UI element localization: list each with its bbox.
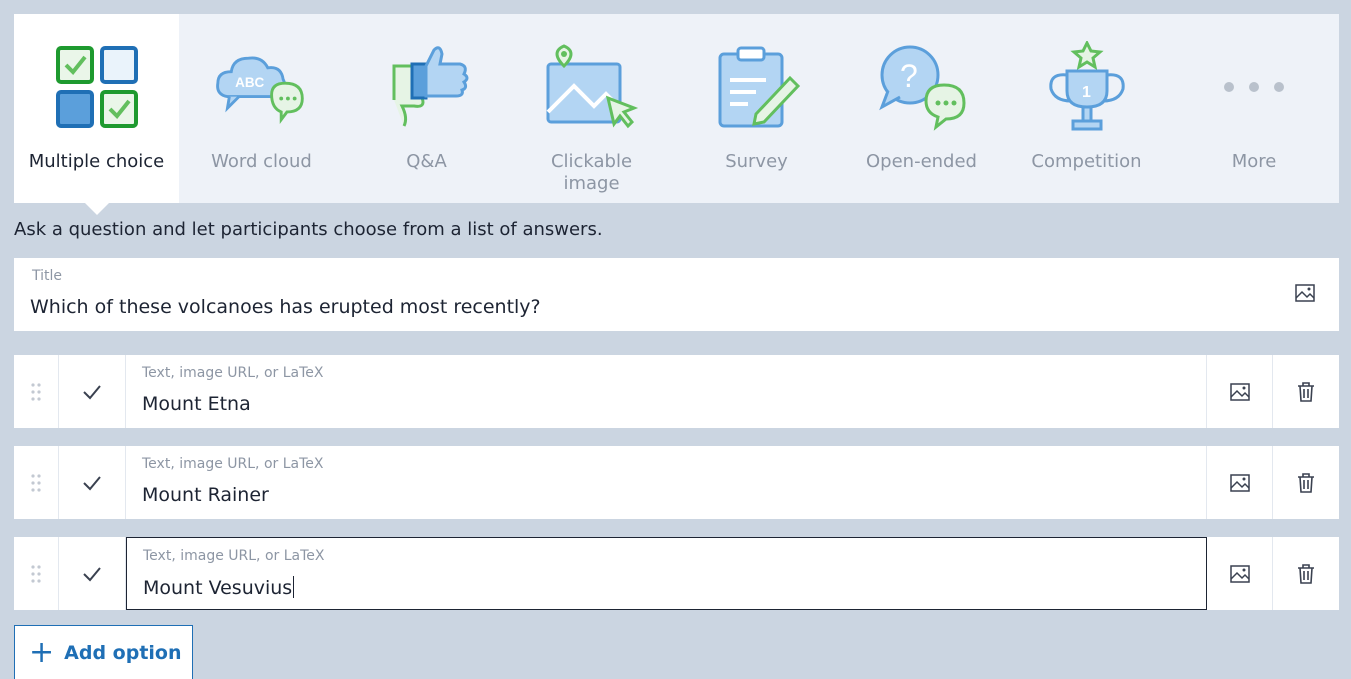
clickable-image-icon [544, 39, 640, 135]
question-type-bar: Multiple choice ABC Word cloud Q&A Click… [14, 14, 1339, 215]
add-image-icon[interactable] [1207, 537, 1273, 610]
option-input[interactable]: Text, image URL, or LaTeX Mount Etna [126, 355, 1207, 428]
question-type-description: Ask a question and let participants choo… [14, 219, 603, 240]
drag-handle-icon[interactable] [14, 537, 59, 610]
option-input-focused[interactable]: Text, image URL, or LaTeX Mount Vesuvius [126, 537, 1207, 610]
trash-icon[interactable] [1273, 355, 1339, 428]
type-label: Competition [1031, 151, 1142, 172]
title-input[interactable]: Which of these volcanoes has erupted mos… [30, 296, 541, 318]
option-row: Text, image URL, or LaTeX Mount Vesuvius [14, 537, 1339, 610]
option-value[interactable]: Mount Etna [142, 393, 251, 415]
add-option-button[interactable]: + Add option [14, 625, 193, 679]
add-image-icon[interactable] [1207, 446, 1273, 519]
thumbs-icon [379, 39, 475, 135]
type-word-cloud[interactable]: ABC Word cloud [179, 14, 344, 203]
option-placeholder: Text, image URL, or LaTeX [142, 456, 324, 472]
drag-handle-icon[interactable] [14, 446, 59, 519]
type-open-ended[interactable]: ? Open-ended [839, 14, 1004, 203]
type-label: Clickable image [550, 151, 633, 194]
type-competition[interactable]: 1 Competition [1004, 14, 1169, 203]
type-label: Survey [725, 151, 788, 172]
more-dots-icon [1206, 39, 1302, 135]
option-input[interactable]: Text, image URL, or LaTeX Mount Rainer [126, 446, 1207, 519]
correct-answer-check-icon[interactable] [59, 446, 126, 519]
type-more[interactable]: More [1169, 14, 1339, 203]
option-row: Text, image URL, or LaTeX Mount Rainer [14, 446, 1339, 519]
add-option-label: Add option [64, 641, 182, 664]
svg-text:ABC: ABC [235, 75, 264, 90]
type-label: Multiple choice [28, 151, 165, 172]
svg-text:1: 1 [1082, 84, 1091, 101]
multiple-choice-icon [49, 39, 145, 135]
svg-text:?: ? [900, 58, 918, 94]
type-multiple-choice[interactable]: Multiple choice [14, 14, 179, 215]
add-image-icon[interactable] [1207, 355, 1273, 428]
correct-answer-check-icon[interactable] [59, 355, 126, 428]
type-label: Word cloud [211, 151, 312, 172]
option-value[interactable]: Mount Vesuvius [143, 576, 294, 599]
option-placeholder: Text, image URL, or LaTeX [143, 548, 325, 564]
trash-icon[interactable] [1273, 537, 1339, 610]
trash-icon[interactable] [1273, 446, 1339, 519]
active-pointer [84, 203, 109, 215]
title-label: Title [32, 268, 63, 284]
option-row: Text, image URL, or LaTeX Mount Etna [14, 355, 1339, 428]
option-value[interactable]: Mount Rainer [142, 484, 269, 506]
drag-handle-icon[interactable] [14, 355, 59, 428]
plus-icon: + [29, 634, 55, 670]
word-cloud-icon: ABC [214, 39, 310, 135]
trophy-icon: 1 [1039, 39, 1135, 135]
option-placeholder: Text, image URL, or LaTeX [142, 365, 324, 381]
open-ended-icon: ? [874, 39, 970, 135]
type-label: Open-ended [866, 151, 977, 172]
type-label: More [1231, 151, 1277, 172]
type-survey[interactable]: Survey [674, 14, 839, 203]
type-qa[interactable]: Q&A [344, 14, 509, 203]
survey-clipboard-icon [709, 39, 805, 135]
correct-answer-check-icon[interactable] [59, 537, 126, 610]
add-image-icon[interactable] [1295, 284, 1315, 306]
type-label: Q&A [406, 151, 447, 172]
title-field[interactable]: Title Which of these volcanoes has erupt… [14, 258, 1339, 331]
type-clickable-image[interactable]: Clickable image [509, 14, 674, 203]
